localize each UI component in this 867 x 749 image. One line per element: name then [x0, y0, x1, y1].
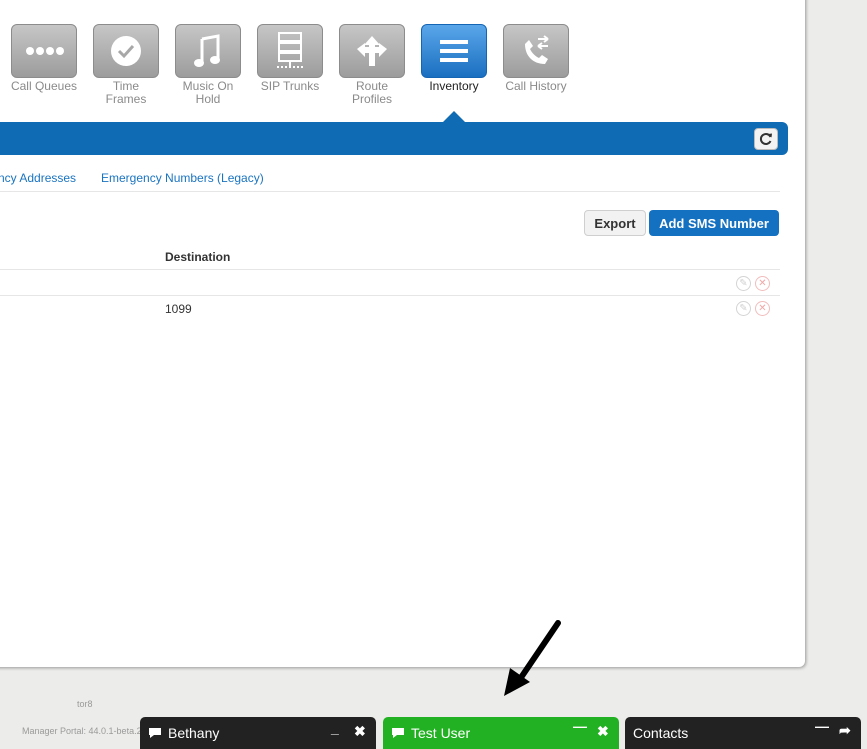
chat-window-contacts[interactable]: Contacts — ➦ — [625, 717, 861, 749]
minimize-icon[interactable]: _ — [331, 720, 339, 736]
dots-icon — [11, 24, 77, 78]
close-icon[interactable]: ✖ — [597, 723, 609, 740]
nav-label: SIP Trunks — [260, 79, 320, 93]
nav-time-frames[interactable]: Time Frames — [92, 24, 160, 106]
nav-inventory[interactable]: Inventory — [420, 24, 488, 93]
list-icon — [421, 24, 487, 78]
chat-title: Test User — [411, 725, 471, 741]
delete-icon[interactable]: ✕ — [755, 301, 770, 316]
annotation-arrow-icon — [504, 620, 561, 696]
edit-icon[interactable]: ✎ — [736, 276, 751, 291]
minimize-icon[interactable]: — — [815, 718, 829, 734]
minimize-icon[interactable]: — — [573, 718, 587, 734]
chat-window-bethany[interactable]: Bethany _ ✖ — [140, 717, 376, 749]
chat-title: Bethany — [168, 725, 220, 741]
nav-label: Call History — [505, 79, 567, 93]
clock-icon — [93, 24, 159, 78]
active-tab-caret — [443, 111, 465, 122]
refresh-icon — [760, 133, 772, 145]
nav-label: Music On Hold — [182, 79, 234, 106]
version-text: Manager Portal: 44.0.1-beta.2 — [22, 726, 142, 736]
nav-music-on-hold[interactable]: Music On Hold — [174, 24, 242, 106]
chat-window-test-user[interactable]: Test User — ✖ — [383, 717, 619, 749]
chat-bubble-icon — [392, 728, 404, 738]
nav-call-history[interactable]: Call History — [502, 24, 570, 93]
server-name: tor8 — [77, 699, 93, 709]
music-note-icon — [175, 24, 241, 78]
add-sms-number-button[interactable]: Add SMS Number — [649, 210, 779, 236]
row-divider — [0, 295, 780, 296]
refresh-button[interactable] — [754, 128, 778, 150]
tab-emergency-addresses[interactable]: ncy Addresses — [0, 171, 76, 185]
popout-arrow-icon[interactable]: ➦ — [839, 722, 851, 739]
route-arrows-icon — [339, 24, 405, 78]
nav-call-queues[interactable]: Call Queues — [10, 24, 78, 93]
nav-label: Inventory — [429, 79, 479, 93]
chat-title: Contacts — [633, 725, 689, 741]
delete-icon[interactable]: ✕ — [755, 276, 770, 291]
phone-history-icon — [503, 24, 569, 78]
tab-emergency-numbers-legacy[interactable]: Emergency Numbers (Legacy) — [101, 171, 264, 185]
edit-icon[interactable]: ✎ — [736, 301, 751, 316]
nav-route-profiles[interactable]: Route Profiles — [338, 24, 406, 106]
chat-bubble-icon — [149, 728, 161, 738]
nav-sip-trunks[interactable]: SIP Trunks — [256, 24, 324, 93]
subnav-divider — [0, 191, 780, 192]
nav-label: Time Frames — [105, 79, 147, 106]
column-header-destination: Destination — [165, 250, 231, 264]
server-icon — [257, 24, 323, 78]
close-icon[interactable]: ✖ — [354, 723, 366, 740]
export-button[interactable]: Export — [584, 210, 646, 236]
nav-label: Call Queues — [10, 79, 78, 93]
nav-label: Route Profiles — [351, 79, 392, 106]
destination-cell: 1099 — [165, 302, 192, 316]
section-header-bar — [0, 122, 788, 155]
table-header-divider — [0, 269, 780, 270]
